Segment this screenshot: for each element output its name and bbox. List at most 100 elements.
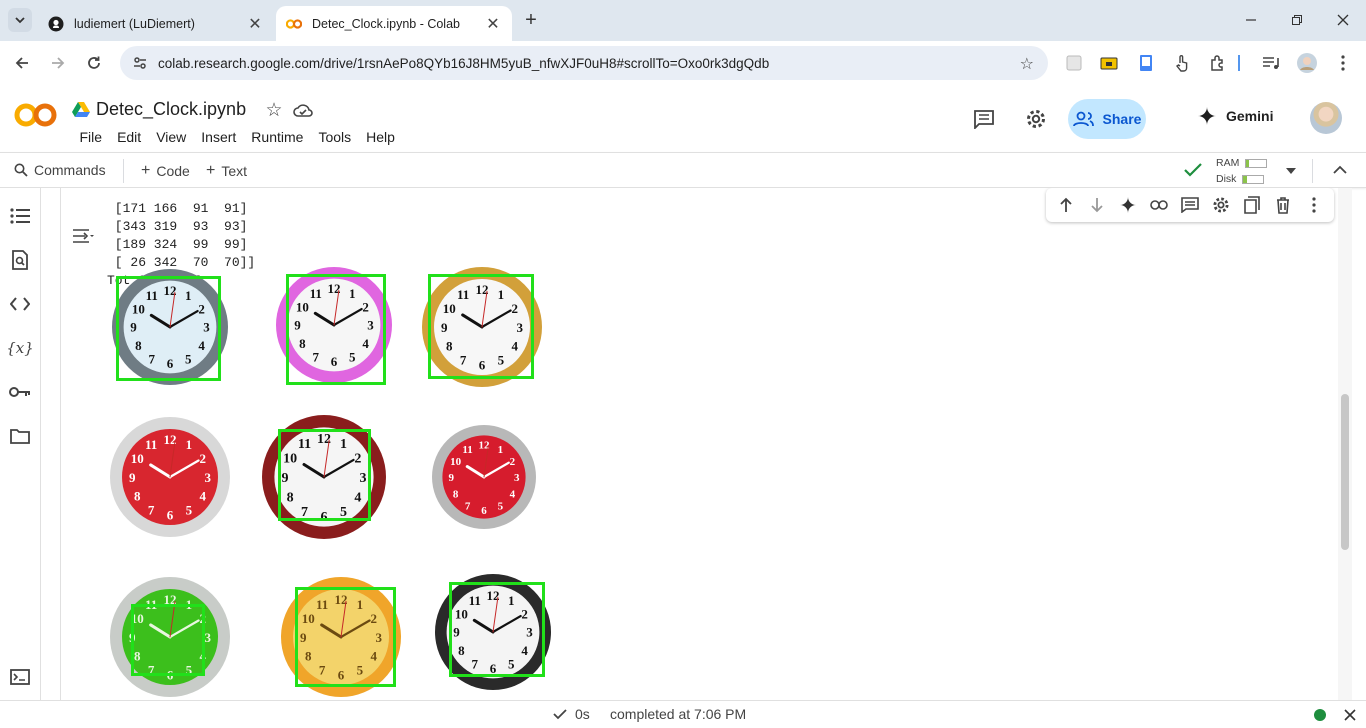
chevron-up-icon[interactable] — [1333, 165, 1347, 175]
terminal-icon[interactable] — [8, 665, 32, 689]
address-bar[interactable]: colab.research.google.com/drive/1rsnAePo… — [120, 46, 1048, 80]
resource-monitor[interactable]: RAM Disk — [1216, 155, 1268, 187]
svg-text:10: 10 — [450, 456, 462, 468]
media-controls-icon[interactable] — [1261, 53, 1281, 73]
menu-view[interactable]: View — [149, 129, 194, 145]
svg-text:6: 6 — [167, 508, 174, 523]
svg-text:1: 1 — [186, 437, 193, 452]
add-text-button[interactable]: + Text — [206, 162, 247, 180]
commands-button[interactable]: Commands — [14, 162, 106, 178]
browser-tab-strip: ludiemert (LuDiemert) ✕ Detec_Clock.ipyn… — [0, 0, 1366, 41]
key-icon[interactable] — [8, 380, 32, 404]
gemini-sparkle-icon — [1198, 107, 1216, 125]
share-button[interactable]: Share — [1068, 99, 1146, 139]
disk-usage-bar — [1242, 174, 1265, 184]
colab-logo-icon[interactable] — [14, 102, 58, 128]
clock-image: 12 1234567891011 — [432, 425, 536, 529]
execution-status[interactable]: 0s — [553, 706, 590, 722]
link-icon[interactable] — [1148, 194, 1170, 216]
extensions-puzzle-icon[interactable] — [1208, 53, 1228, 73]
detection-box — [449, 582, 545, 677]
browser-menu-icon[interactable] — [1333, 53, 1353, 73]
output-line: [189 324 99 99] — [107, 237, 248, 252]
runtime-dropdown-icon[interactable] — [1285, 167, 1297, 175]
detection-box — [116, 276, 221, 381]
tab-title: ludiemert (LuDiemert) — [74, 16, 195, 31]
notebook-main: [171 166 91 91] [343 319 93 93] [189 324… — [41, 188, 1352, 700]
back-button[interactable] — [10, 51, 34, 75]
scrollbar-thumb[interactable] — [1341, 394, 1349, 550]
reload-button[interactable] — [82, 51, 106, 75]
find-icon[interactable] — [8, 248, 32, 272]
svg-text:9: 9 — [129, 470, 136, 485]
extension-folder-icon[interactable] — [1099, 53, 1119, 73]
scrollbar[interactable] — [1338, 188, 1352, 700]
move-up-icon[interactable] — [1055, 194, 1077, 216]
menu-insert[interactable]: Insert — [194, 129, 244, 145]
profile-avatar[interactable] — [1297, 53, 1317, 73]
svg-text:1: 1 — [498, 444, 504, 456]
tab-title: Detec_Clock.ipynb - Colab — [312, 16, 460, 31]
account-avatar[interactable] — [1310, 102, 1342, 134]
close-tab-icon[interactable]: ✕ — [484, 15, 502, 33]
output-line: [171 166 91 91] — [107, 201, 248, 216]
output-line: [343 319 93 93] — [107, 219, 248, 234]
variables-icon[interactable]: {x} — [6, 336, 34, 360]
svg-text:7: 7 — [148, 503, 155, 518]
settings-button[interactable] — [1024, 107, 1048, 131]
gemini-button[interactable]: Gemini — [1198, 107, 1273, 125]
menu-help[interactable]: Help — [359, 129, 403, 145]
close-icon[interactable] — [1344, 709, 1356, 721]
notebook-title[interactable]: Detec_Clock.ipynb — [96, 99, 246, 120]
close-window-button[interactable] — [1329, 8, 1357, 32]
svg-text:4: 4 — [510, 489, 516, 501]
delete-icon[interactable] — [1272, 194, 1294, 216]
url-text: colab.research.google.com/drive/1rsnAePo… — [158, 55, 770, 71]
gemini-sparkle-icon[interactable] — [1117, 194, 1139, 216]
cell-toolbar — [1046, 188, 1334, 222]
star-icon[interactable]: ☆ — [262, 99, 286, 121]
command-bar: Commands + Code + Text RAM Disk — [0, 152, 1366, 188]
colab-icon — [286, 16, 302, 32]
connection-status-dot — [1314, 709, 1326, 721]
comments-button[interactable] — [972, 107, 996, 131]
minimize-button[interactable] — [1237, 8, 1265, 32]
folder-icon[interactable] — [8, 424, 32, 448]
browser-tab-colab[interactable]: Detec_Clock.ipynb - Colab ✕ — [276, 6, 512, 41]
table-of-contents-icon[interactable] — [8, 204, 32, 228]
restore-button[interactable] — [1283, 8, 1311, 32]
code-snippets-icon[interactable] — [8, 292, 32, 316]
more-options-icon[interactable] — [1303, 194, 1325, 216]
browser-tab-github[interactable]: ludiemert (LuDiemert) ✕ — [38, 6, 274, 41]
bookmark-star-icon[interactable]: ☆ — [1020, 54, 1034, 74]
output-actions-button[interactable] — [71, 226, 95, 246]
comment-icon[interactable] — [1179, 194, 1201, 216]
tab-search-button[interactable] — [8, 8, 32, 32]
detection-box — [131, 604, 205, 676]
move-down-icon[interactable] — [1086, 194, 1108, 216]
forward-button[interactable] — [46, 51, 70, 75]
extension-icon[interactable] — [1064, 53, 1084, 73]
open-in-tab-icon[interactable] — [1241, 194, 1263, 216]
extension-docs-icon[interactable] — [1136, 53, 1156, 73]
check-icon — [553, 708, 567, 719]
gear-icon[interactable] — [1210, 194, 1232, 216]
svg-text:3: 3 — [205, 470, 212, 485]
reload-icon — [88, 56, 100, 69]
add-code-button[interactable]: + Code — [141, 162, 190, 180]
new-tab-button[interactable]: + — [520, 10, 542, 32]
menu-file[interactable]: File — [72, 129, 110, 145]
google-drive-icon — [72, 102, 90, 117]
menu-runtime[interactable]: Runtime — [244, 129, 311, 145]
hand-pointer-icon[interactable] — [1172, 53, 1192, 73]
gemini-label: Gemini — [1226, 108, 1274, 124]
menu-tools[interactable]: Tools — [311, 129, 359, 145]
close-tab-icon[interactable]: ✕ — [246, 15, 264, 33]
add-text-label: Text — [221, 163, 248, 179]
menu-edit[interactable]: Edit — [110, 129, 149, 145]
cloud-saved-icon[interactable] — [291, 99, 315, 121]
svg-text:7: 7 — [465, 501, 471, 513]
site-info-icon[interactable] — [128, 51, 152, 75]
svg-text:5: 5 — [186, 503, 193, 518]
detection-box — [295, 587, 396, 687]
